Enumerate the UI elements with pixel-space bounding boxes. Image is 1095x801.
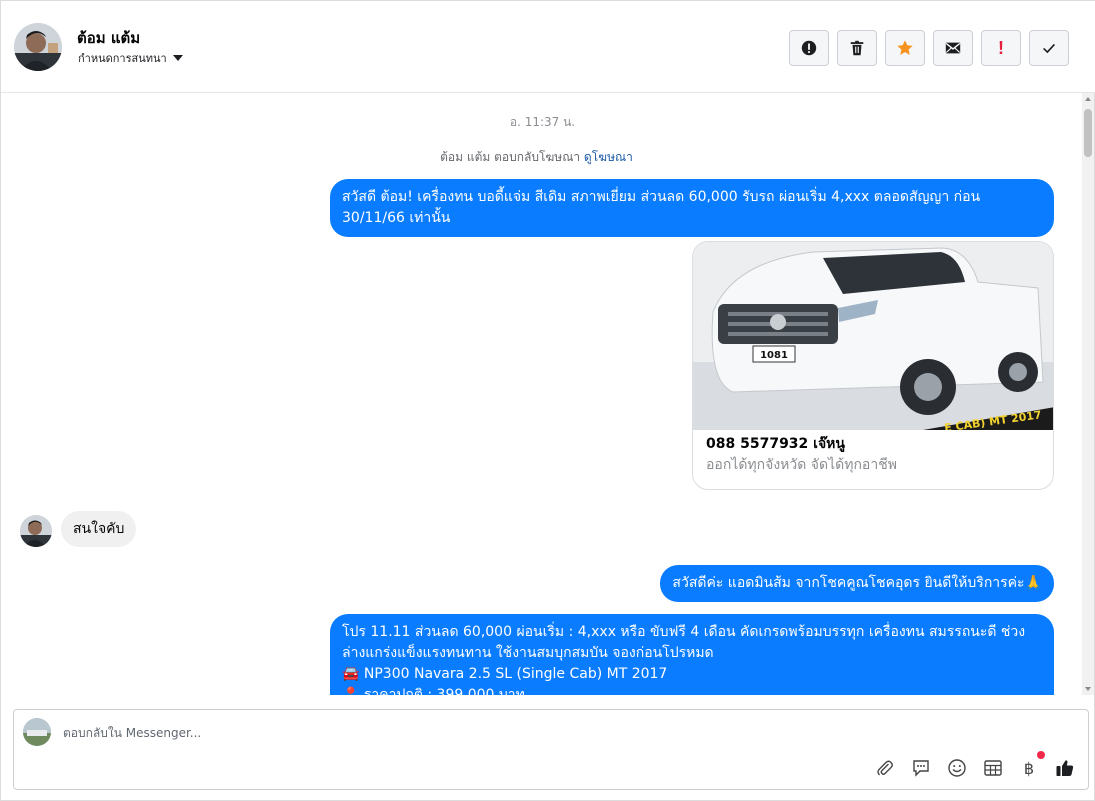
table-icon bbox=[984, 760, 1002, 776]
message-line: 📍 ราคาปกติ : 399,000 บาท bbox=[342, 687, 525, 695]
star-button[interactable] bbox=[885, 30, 925, 66]
ad-card-subtitle: ออกได้ทุกจังหวัด จัดได้ทุกอาชีพ bbox=[706, 457, 897, 473]
message-line: โปร 11.11 ส่วนลด 60,000 ผ่อนเริ่ม : 4,xx… bbox=[342, 624, 1026, 661]
assign-label: กำหนดการสนทนา bbox=[78, 52, 167, 65]
alert-circle-icon bbox=[801, 40, 817, 56]
scroll-thumb[interactable] bbox=[1084, 109, 1092, 157]
ad-card[interactable]: 1081 E CAB) MT 2017 088 5577932 เจ๊หนู อ… bbox=[692, 241, 1054, 490]
like-button[interactable] bbox=[1054, 757, 1076, 779]
emoji-button[interactable] bbox=[946, 757, 968, 779]
contact-avatar[interactable] bbox=[14, 23, 62, 71]
caret-down-icon bbox=[172, 55, 183, 61]
mark-important-button[interactable]: ! bbox=[981, 30, 1021, 66]
outgoing-message[interactable]: โปร 11.11 ส่วนลด 60,000 ผ่อนเริ่ม : 4,xx… bbox=[330, 614, 1054, 695]
check-icon bbox=[1043, 43, 1055, 54]
contact-avatar-small bbox=[20, 515, 52, 547]
assign-conversation-dropdown[interactable]: กำหนดการสนทนา bbox=[78, 49, 183, 67]
ad-reply-prefix: ต้อม แต้ม ตอบกลับโฆษณา bbox=[440, 150, 581, 164]
saved-replies-button[interactable] bbox=[910, 757, 932, 779]
message-line: 🚘 NP300 Navara 2.5 SL (Single Cab) MT 20… bbox=[342, 666, 668, 682]
payment-button[interactable]: ฿ bbox=[1018, 751, 1045, 779]
trash-icon bbox=[850, 40, 864, 56]
outgoing-message[interactable]: สวัสดีค่ะ แอดมินส้ม จากโชคคูณโชคอุดร ยิน… bbox=[660, 565, 1054, 602]
composer-tools: ฿ bbox=[874, 751, 1076, 779]
table-button[interactable] bbox=[982, 757, 1004, 779]
messenger-window: ต้อม แต้ม กำหนดการสนทนา ! อ. 11:37 น. ต้… bbox=[0, 0, 1095, 801]
attach-button[interactable] bbox=[874, 757, 896, 779]
reply-composer: ฿ bbox=[13, 709, 1089, 790]
scroll-up-arrow-icon[interactable] bbox=[1085, 97, 1091, 101]
message-list[interactable]: อ. 11:37 น. ต้อม แต้ม ตอบกลับโฆษณา ดูโฆษ… bbox=[1, 93, 1084, 695]
envelope-icon bbox=[945, 42, 961, 54]
time-separator: อ. 11:37 น. bbox=[509, 115, 576, 129]
reply-input[interactable] bbox=[63, 722, 863, 744]
chat-bubble-icon bbox=[913, 760, 929, 777]
plate-text: 1081 bbox=[760, 350, 788, 361]
ad-card-image: 1081 E CAB) MT 2017 bbox=[693, 242, 1053, 435]
ad-reply-notice: ต้อม แต้ม ตอบกลับโฆษณา ดูโฆษณา bbox=[1, 148, 1072, 167]
delete-button[interactable] bbox=[837, 30, 877, 66]
star-icon bbox=[897, 40, 913, 55]
incoming-message[interactable]: สนใจคับ bbox=[61, 511, 137, 547]
notification-dot bbox=[1037, 751, 1045, 759]
scroll-down-arrow-icon[interactable] bbox=[1085, 687, 1091, 691]
view-ad-link[interactable]: ดูโฆษณา bbox=[584, 150, 633, 164]
outgoing-message[interactable]: สวัสดี ต้อม! เครื่องทน บอดี้แจ่ม สีเดิม … bbox=[330, 179, 1054, 237]
page-avatar bbox=[23, 718, 51, 746]
mark-done-button[interactable] bbox=[1029, 30, 1069, 66]
thumbs-up-icon bbox=[1056, 760, 1074, 776]
emoji-icon bbox=[948, 759, 966, 777]
contact-name: ต้อม แต้ม bbox=[77, 29, 141, 47]
baht-icon: ฿ bbox=[1023, 758, 1035, 778]
exclamation-icon: ! bbox=[998, 38, 1004, 58]
message-scrollbar[interactable] bbox=[1082, 93, 1094, 695]
paperclip-icon bbox=[877, 760, 893, 776]
header-toolbar: ! bbox=[789, 30, 1069, 66]
mark-unread-button[interactable] bbox=[933, 30, 973, 66]
conversation-header: ต้อม แต้ม กำหนดการสนทนา ! bbox=[1, 1, 1095, 93]
report-button[interactable] bbox=[789, 30, 829, 66]
ad-card-title: 088 5577932 เจ๊หนู bbox=[706, 436, 845, 452]
